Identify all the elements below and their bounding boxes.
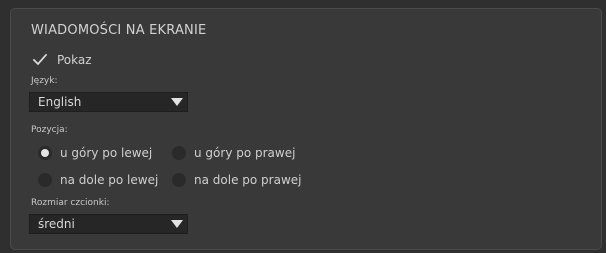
position-radio-top-left[interactable]: u góry po lewej: [38, 144, 152, 162]
radio-checked-icon: [38, 146, 52, 160]
radio-unchecked-icon: [172, 146, 186, 160]
radio-label: na dole po prawej: [194, 173, 302, 187]
position-radio-bottom-left[interactable]: na dole po lewej: [38, 171, 158, 189]
section-title: WIADOMOŚCI NA EKRANIE: [31, 23, 207, 38]
radio-label: u góry po prawej: [194, 146, 296, 160]
position-label: Pozycja:: [31, 125, 68, 135]
chevron-down-icon: [167, 215, 187, 233]
language-selected-value: English: [38, 95, 82, 109]
radio-unchecked-icon: [38, 173, 52, 187]
language-label: Język:: [31, 76, 58, 86]
language-select[interactable]: English: [29, 92, 188, 112]
font-size-label: Rozmiar czcionki:: [31, 198, 110, 208]
position-radio-bottom-right[interactable]: na dole po prawej: [172, 171, 301, 189]
radio-unchecked-icon: [172, 173, 186, 187]
font-size-selected-value: średni: [38, 217, 75, 231]
show-checkbox[interactable]: Pokaz: [32, 51, 92, 69]
show-checkbox-label: Pokaz: [57, 53, 92, 67]
chevron-down-icon: [167, 93, 187, 111]
radio-label: u góry po lewej: [60, 146, 153, 160]
radio-label: na dole po lewej: [60, 173, 159, 187]
font-size-select[interactable]: średni: [29, 214, 188, 234]
osd-settings-panel: WIADOMOŚCI NA EKRANIE Pokaz Język: Engli…: [10, 8, 602, 250]
checkmark-icon: [32, 52, 48, 68]
position-radio-top-right[interactable]: u góry po prawej: [172, 144, 295, 162]
